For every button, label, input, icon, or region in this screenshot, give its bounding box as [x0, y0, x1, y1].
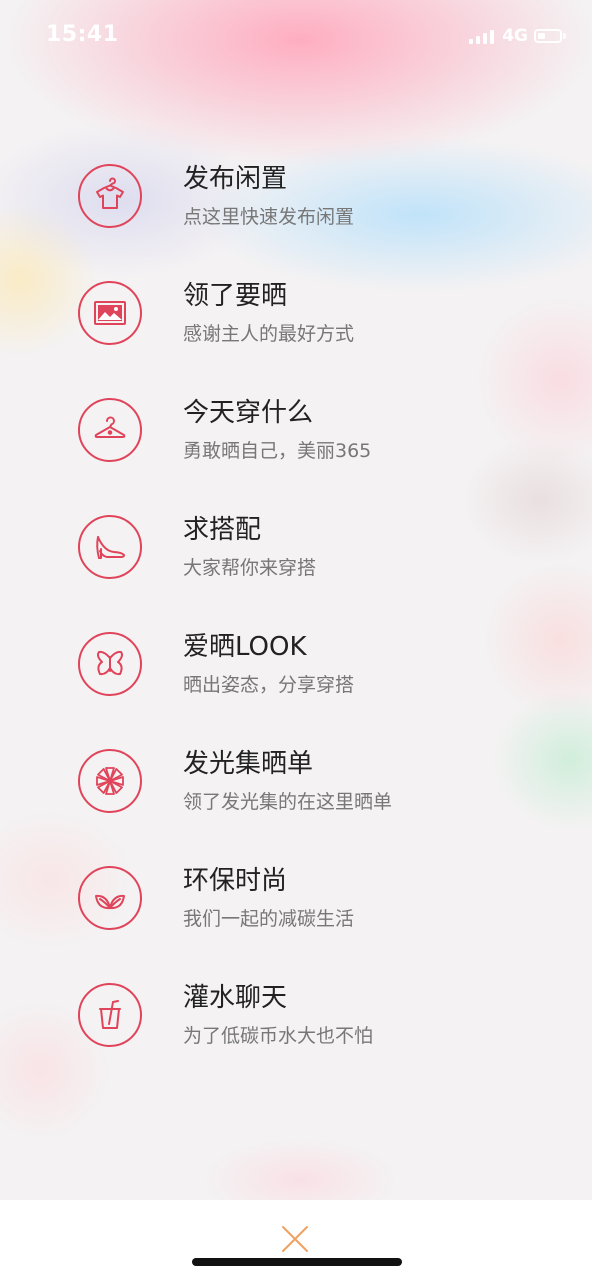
menu-item-title: 发布闲置: [183, 164, 288, 194]
menu-item-eco-fashion[interactable]: 环保时尚 我们一起的减碳生活: [0, 840, 592, 957]
drink-cup-icon: [78, 983, 142, 1047]
menu-item-subtitle: 我们一起的减碳生活: [183, 908, 355, 930]
menu-item-title: 发光集晒单: [183, 749, 314, 779]
battery-icon: [534, 29, 566, 43]
bottom-bar: [0, 1200, 592, 1280]
butterfly-icon: [78, 632, 142, 696]
flower-icon: [78, 749, 142, 813]
menu-item-ask-matching[interactable]: 求搭配 大家帮你来穿搭: [0, 489, 592, 606]
high-heel-icon: [78, 515, 142, 579]
menu-item-title: 求搭配: [183, 515, 262, 545]
menu-item-title: 今天穿什么: [183, 398, 314, 428]
signal-icon: [469, 28, 495, 44]
status-time: 15:41: [46, 22, 119, 47]
publish-menu: 发布闲置 点这里快速发布闲置 领了要晒 感谢主人的最好方式 今天穿什么 勇敢晒自…: [0, 138, 592, 1074]
menu-item-show-received[interactable]: 领了要晒 感谢主人的最好方式: [0, 255, 592, 372]
menu-item-publish-idle[interactable]: 发布闲置 点这里快速发布闲置: [0, 138, 592, 255]
status-bar: 15:41 4G: [0, 0, 592, 72]
status-indicators: 4G: [469, 24, 566, 48]
leaf-icon: [78, 866, 142, 930]
menu-item-subtitle: 感谢主人的最好方式: [183, 323, 355, 345]
menu-item-chat[interactable]: 灌水聊天 为了低碳币水大也不怕: [0, 957, 592, 1074]
menu-item-subtitle: 大家帮你来穿搭: [183, 557, 317, 579]
picture-icon: [78, 281, 142, 345]
close-icon: [282, 1226, 308, 1252]
menu-item-subtitle: 点这里快速发布闲置: [183, 206, 355, 228]
menu-item-glow-collection[interactable]: 发光集晒单 领了发光集的在这里晒单: [0, 723, 592, 840]
menu-item-subtitle: 晒出姿态，分享穿搭: [183, 674, 355, 696]
network-type: 4G: [502, 26, 528, 46]
menu-item-outfit-today[interactable]: 今天穿什么 勇敢晒自己，美丽365: [0, 372, 592, 489]
menu-item-title: 领了要晒: [183, 281, 288, 311]
menu-item-subtitle: 领了发光集的在这里晒单: [183, 791, 393, 813]
menu-item-subtitle: 勇敢晒自己，美丽365: [183, 440, 372, 462]
menu-item-title: 爱晒LOOK: [183, 632, 307, 662]
tshirt-icon: [78, 164, 142, 228]
close-button[interactable]: [278, 1222, 312, 1256]
menu-item-subtitle: 为了低碳币水大也不怕: [183, 1025, 374, 1047]
menu-item-title: 环保时尚: [183, 866, 288, 896]
menu-item-love-look[interactable]: 爱晒LOOK 晒出姿态，分享穿搭: [0, 606, 592, 723]
menu-item-title: 灌水聊天: [183, 983, 288, 1013]
hanger-icon: [78, 398, 142, 462]
home-indicator[interactable]: [192, 1258, 402, 1266]
